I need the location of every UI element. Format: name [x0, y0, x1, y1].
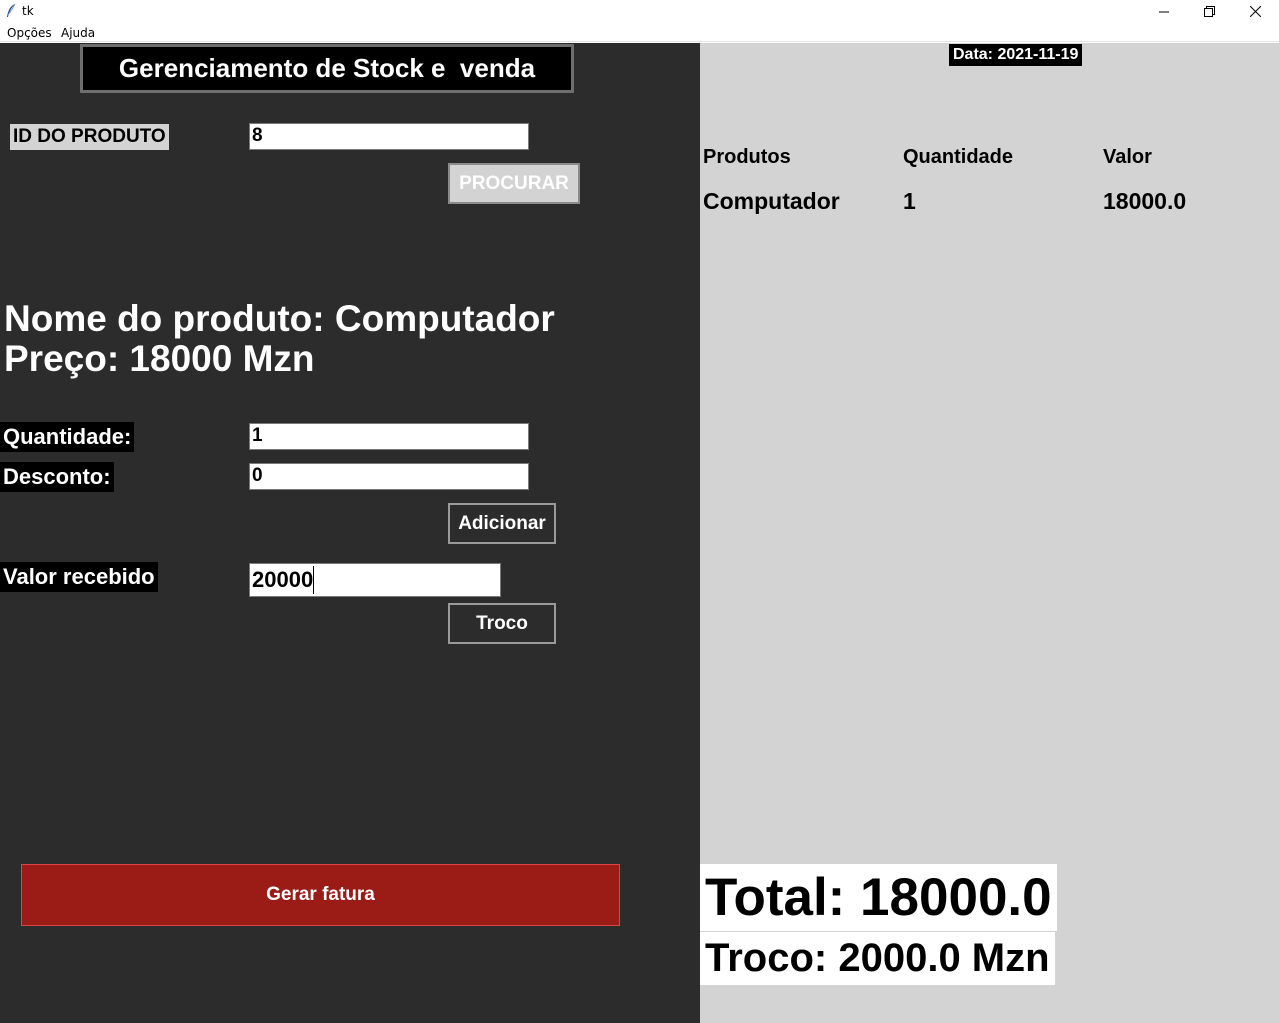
discount-label: Desconto: [0, 462, 114, 492]
product-id-label: ID DO PRODUTO [10, 124, 169, 150]
add-button[interactable]: Adicionar [448, 503, 556, 544]
received-value-label: Valor recebido [0, 562, 158, 592]
close-icon [1249, 6, 1261, 17]
close-button[interactable] [1232, 0, 1278, 23]
restore-icon [1203, 6, 1215, 17]
row-quantity: 1 [903, 188, 916, 214]
product-name: Nome do produto: Computador [4, 298, 555, 339]
page-title: Gerenciamento de Stock e venda [80, 44, 574, 93]
menu-bar: Opções Ajuda [0, 23, 1279, 42]
received-value-input[interactable]: 20000 [249, 563, 501, 597]
row-product: Computador [703, 188, 840, 214]
change-result-label: Troco: 2000.0 Mzn [700, 932, 1055, 985]
date-label: Data: 2021-11-19 [949, 44, 1083, 66]
invoice-panel: Data: 2021-11-19 Produtos Quantidade Val… [700, 43, 1279, 1023]
column-header-products: Produtos [703, 146, 791, 168]
minimize-icon [1159, 7, 1169, 17]
search-button[interactable]: PROCURAR [448, 163, 580, 204]
text-caret [313, 566, 315, 594]
generate-invoice-button[interactable]: Gerar fatura [21, 864, 620, 926]
restore-button[interactable] [1186, 0, 1232, 23]
feather-icon [4, 3, 18, 19]
quantity-label: Quantidade: [0, 422, 135, 452]
column-header-value: Valor [1103, 146, 1152, 168]
row-value: 18000.0 [1103, 188, 1187, 214]
window-title: tk [22, 4, 34, 18]
product-price: Preço: 18000 Mzn [4, 338, 315, 379]
quantity-input[interactable]: 1 [249, 423, 529, 450]
title-bar: tk [0, 0, 1279, 23]
product-id-input[interactable]: 8 [249, 123, 529, 150]
total-label: Total: 18000.0 [700, 864, 1057, 931]
change-button[interactable]: Troco [448, 603, 556, 644]
menu-opcoes[interactable]: Opções [7, 26, 52, 40]
column-header-quantity: Quantidade [903, 146, 1014, 168]
received-value-text: 20000 [252, 567, 314, 592]
menu-ajuda[interactable]: Ajuda [61, 26, 95, 40]
sales-panel: Gerenciamento de Stock e venda ID DO PRO… [0, 43, 700, 1023]
discount-input[interactable]: 0 [249, 463, 529, 490]
minimize-button[interactable] [1141, 0, 1187, 23]
